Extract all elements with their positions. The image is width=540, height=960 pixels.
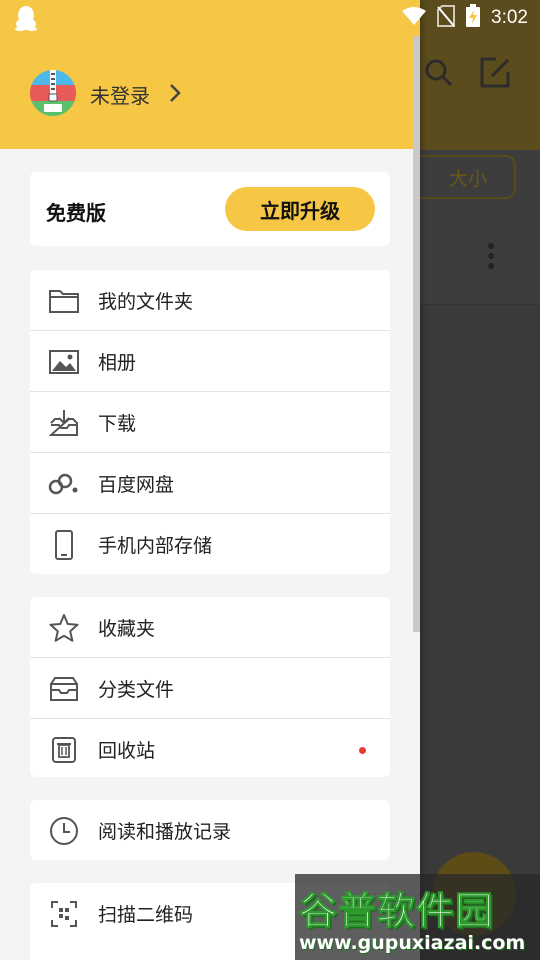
plan-card: 免费版 立即升级	[30, 172, 390, 246]
watermark-url: www.gupuxiazai.com	[299, 932, 526, 954]
menu-item-label: 相册	[98, 352, 137, 374]
phone-icon	[48, 529, 80, 561]
free-plan-label: 免费版	[46, 201, 106, 225]
watermark-title: 谷普软件园	[298, 889, 495, 934]
qr-scan-icon	[48, 898, 80, 930]
menu-item-album[interactable]: 相册	[30, 331, 390, 392]
history-menu-group: 阅读和播放记录	[30, 800, 390, 860]
collection-menu-group: 收藏夹 分类文件 回收站	[30, 597, 390, 777]
clock-icon	[48, 815, 80, 847]
trash-icon	[48, 734, 80, 766]
wifi-icon	[401, 6, 427, 30]
login-status-label[interactable]: 未登录	[90, 80, 150, 109]
app-logo-avatar[interactable]	[30, 70, 76, 116]
menu-item-my-folders[interactable]: 我的文件夹	[30, 270, 390, 331]
chevron-right-icon[interactable]	[168, 82, 182, 108]
battery-charging-icon	[465, 4, 481, 32]
menu-item-label: 收藏夹	[98, 618, 156, 640]
site-watermark: 谷普软件园 www.gupuxiazai.com	[295, 874, 540, 960]
menu-item-recycle-bin[interactable]: 回收站	[30, 719, 390, 780]
search-icon	[424, 58, 454, 92]
menu-item-categories[interactable]: 分类文件	[30, 658, 390, 719]
menu-item-label: 百度网盘	[98, 474, 175, 496]
storage-menu-group: 我的文件夹 相册 下载 百度网盘 手机内部存储	[30, 270, 390, 574]
image-icon	[48, 346, 80, 378]
menu-item-label: 手机内部存储	[98, 535, 213, 557]
status-bar: 3:02	[0, 0, 540, 36]
menu-item-label: 阅读和播放记录	[98, 821, 232, 843]
menu-item-label: 我的文件夹	[98, 291, 194, 313]
menu-item-baidu-netdisk[interactable]: 百度网盘	[30, 453, 390, 514]
menu-item-internal-storage[interactable]: 手机内部存储	[30, 514, 390, 575]
clock: 3:02	[491, 7, 528, 28]
upgrade-now-button[interactable]: 立即升级	[225, 187, 375, 231]
folder-icon	[48, 285, 80, 317]
qq-penguin-icon	[14, 5, 38, 35]
menu-item-favorites[interactable]: 收藏夹	[30, 597, 390, 658]
menu-item-download[interactable]: 下载	[30, 392, 390, 453]
menu-item-label: 回收站	[98, 740, 156, 762]
notification-dot	[359, 747, 366, 754]
menu-item-label: 下载	[98, 413, 137, 435]
sort-by-size-button: 大小	[410, 155, 516, 199]
no-sim-icon	[437, 5, 456, 31]
navigation-drawer: 未登录 免费版 立即升级 我的文件夹 相册 下载 百度网盘 手机内部存储 收藏夹…	[0, 0, 420, 960]
baidu-netdisk-icon	[48, 468, 80, 500]
more-vertical-icon	[486, 242, 496, 276]
menu-item-history[interactable]: 阅读和播放记录	[30, 800, 390, 861]
edit-icon	[478, 56, 512, 94]
menu-item-label: 扫描二维码	[98, 904, 194, 926]
star-icon	[48, 612, 80, 644]
download-icon	[48, 407, 80, 439]
drawer-scrollbar[interactable]	[413, 36, 420, 632]
menu-item-label: 分类文件	[98, 679, 175, 701]
category-box-icon	[48, 673, 80, 705]
